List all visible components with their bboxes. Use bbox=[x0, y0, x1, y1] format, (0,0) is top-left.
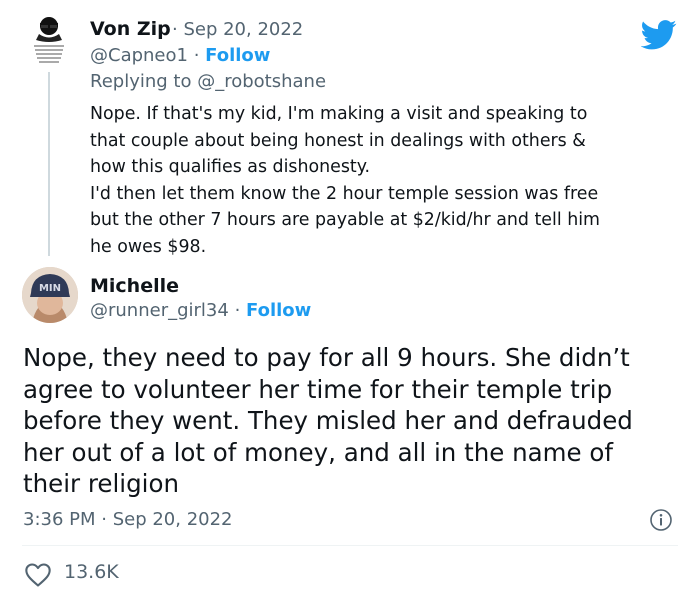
replying-to: Replying to @_robotshane bbox=[90, 71, 326, 92]
tweet-line: agree to volunteer her time for their te… bbox=[23, 374, 613, 404]
tweet-author-name[interactable]: Michelle bbox=[90, 275, 179, 297]
heart-icon[interactable] bbox=[24, 562, 52, 588]
tweet-time: 3:36 PM bbox=[23, 509, 96, 530]
reply-line: Nope. If that's my kid, I'm making a vis… bbox=[90, 104, 588, 124]
tweet-text: Nope, they need to pay for all 9 hours. … bbox=[23, 342, 683, 500]
like-count: 13.6K bbox=[64, 561, 119, 583]
reply-line: he owes $98. bbox=[90, 236, 207, 257]
thread-line bbox=[48, 72, 50, 256]
replying-handle[interactable]: @_robotshane bbox=[197, 71, 326, 92]
tweet-line: before they went. They misled her and de… bbox=[23, 406, 633, 435]
reply-line: but the other 7 hours are payable at $2/… bbox=[90, 210, 600, 230]
follow-button-michelle[interactable]: Follow bbox=[246, 300, 311, 321]
tweet-timestamp[interactable]: 3:36 PM · Sep 20, 2022 bbox=[23, 509, 233, 530]
tweet-handle-row: @runner_girl34 · Follow bbox=[90, 300, 312, 321]
tweet-line: Nope, they need to pay for all 9 hours. … bbox=[23, 343, 630, 372]
info-icon[interactable] bbox=[649, 508, 673, 532]
avatar-michelle[interactable]: MIN bbox=[22, 267, 78, 323]
reply-handle[interactable]: @Capneo1 bbox=[90, 45, 188, 66]
divider bbox=[22, 545, 678, 546]
reply-line: how this qualifies as dishonesty. bbox=[90, 157, 371, 177]
reply-line: I'd then let them know the 2 hour temple… bbox=[90, 183, 599, 204]
reply-date-row: · Sep 20, 2022 bbox=[172, 19, 304, 40]
reply-date[interactable]: Sep 20, 2022 bbox=[183, 19, 303, 40]
twitter-bird-icon[interactable] bbox=[640, 20, 677, 50]
tweet-handle[interactable]: @runner_girl34 bbox=[90, 300, 229, 321]
tweet-line: her out of a lot of money, and all in th… bbox=[23, 437, 613, 467]
replying-prefix: Replying to bbox=[90, 71, 192, 92]
tweet-line: their religion bbox=[23, 469, 179, 498]
avatar-von-zip[interactable] bbox=[22, 14, 76, 68]
follow-button-von-zip[interactable]: Follow bbox=[205, 45, 270, 66]
tweet-date: Sep 20, 2022 bbox=[112, 509, 233, 530]
reply-text: Nope. If that's my kid, I'm making a vis… bbox=[90, 101, 680, 260]
reply-author-name[interactable]: Von Zip bbox=[90, 18, 171, 40]
reply-handle-row: @Capneo1 · Follow bbox=[90, 45, 271, 66]
reply-line: that couple about being honest in dealin… bbox=[90, 130, 586, 151]
hat-text: MIN bbox=[39, 283, 61, 294]
